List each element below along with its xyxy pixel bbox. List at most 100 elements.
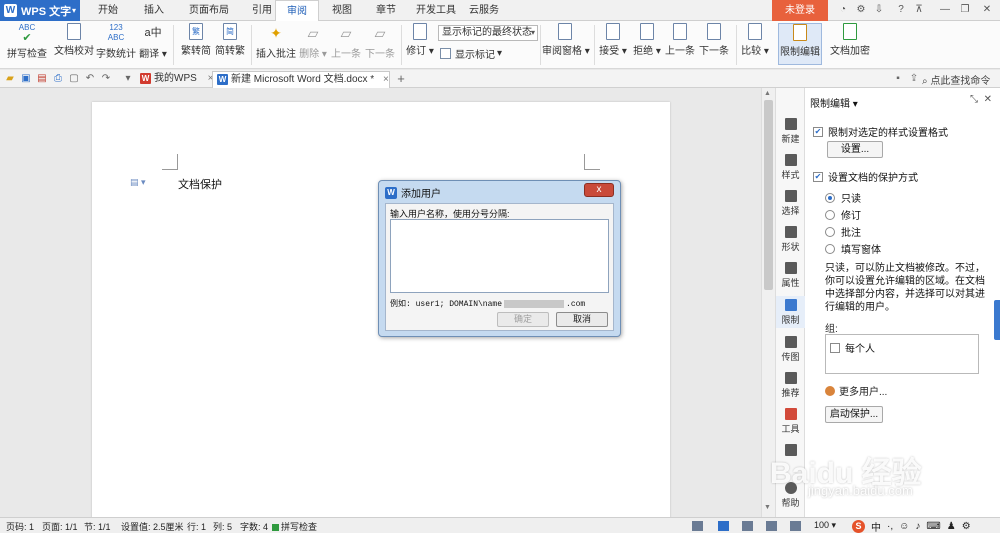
preview-icon[interactable]: ▢ [68,73,80,85]
simp-to-trad-button[interactable]: 简 简转繁 [214,23,246,65]
revise-button[interactable]: 修订 ▾ [404,23,436,65]
trad-to-simp-button[interactable]: 繁 繁转简 [180,23,212,65]
side-item-upload-image[interactable]: 传图 [776,336,805,364]
spell-check-button[interactable]: ABC ✔ 拼写检查 [4,23,50,65]
option-revision[interactable]: 修订 [825,207,861,222]
new-tab-button[interactable]: + [395,72,407,85]
accept-button[interactable]: 接受 ▾ [598,23,628,65]
print-icon[interactable]: ⎙ [52,73,64,85]
scroll-down-icon[interactable]: ▼ [764,504,771,511]
reject-button[interactable]: 拒绝 ▾ [632,23,662,65]
side-item-select[interactable]: 选择 [776,190,805,218]
option-fill-form[interactable]: 填写窗体 [825,241,881,256]
ok-button[interactable]: 确定 [497,312,549,327]
tab-home[interactable]: 开始 [86,0,130,21]
open-icon[interactable]: ▰ [4,73,16,85]
mic-icon[interactable]: ♪ [915,521,920,532]
share-icon[interactable]: ⇩ [872,3,886,17]
option-comment[interactable]: 批注 [825,224,861,239]
start-protect-button[interactable]: 启动保护... [825,406,883,423]
settings-icon[interactable]: ⚙ [854,3,868,17]
tab-view[interactable]: 视图 [320,0,364,21]
focus-mode-icon[interactable] [692,521,703,531]
save-icon[interactable]: ▣ [20,73,32,85]
insert-comment-button[interactable]: ✦ 插入批注 [256,23,296,65]
next-comment-button[interactable]: ▱ 下一条 [364,23,396,65]
restrict-edit-button[interactable]: 限制编辑 [778,23,822,65]
toolbar-toggle-icon[interactable]: ▪ [892,73,904,85]
punctuation-icon[interactable]: ·, [887,521,893,532]
export-pdf-icon[interactable]: ▤ [36,73,48,85]
prev-comment-button[interactable]: ▱ 上一条 [330,23,362,65]
paragraph-handle-icon[interactable]: ▤ ▾ [130,177,146,188]
panel-expand-handle[interactable] [994,300,1000,340]
show-markup-button[interactable]: 显示标记 ▾ [440,46,502,61]
reading-view-icon[interactable] [790,521,801,531]
next-revision-button[interactable]: 下一条 [698,23,730,65]
user-names-input[interactable] [390,219,609,293]
prev-revision-button[interactable]: 上一条 [664,23,696,65]
side-item-tools[interactable]: 工具 [776,408,805,436]
scroll-thumb[interactable] [764,100,773,290]
format-limit-checkbox[interactable]: ✔ 限制对选定的样式设置格式 [813,124,948,139]
side-item-restrict[interactable]: 限制 [776,296,805,328]
login-button[interactable]: 未登录 [772,0,828,21]
more-users-link[interactable]: 更多用户... [825,383,887,398]
tab-my-wps[interactable]: W 我的WPS × [136,71,213,88]
app-menu-button[interactable]: W WPS 文字 ▾ [0,0,80,21]
chevron-down-icon[interactable]: ▾ [122,73,134,85]
delete-comment-button[interactable]: ▱ 删除 ▾ [298,23,328,65]
panel-title[interactable]: 限制编辑 ▾ [810,95,858,110]
side-item-shape[interactable]: 形状 [776,226,805,254]
document-text[interactable]: 文档保护 [178,176,222,192]
markup-mode-select[interactable]: 显示标记的最终状态 ▾ [438,25,538,41]
format-settings-button[interactable]: 设置... [827,141,883,158]
doc-encrypt-button[interactable]: 文档加密 [830,23,870,65]
tab-review[interactable]: 审阅 [275,0,319,22]
tools-icon[interactable]: ⚙ [962,521,971,532]
page-view-icon[interactable] [718,521,729,531]
option-readonly[interactable]: 只读 [825,190,861,205]
zoom-control[interactable]: 100 ▾ [814,520,836,531]
tab-cloud[interactable]: 云服务 [460,0,508,21]
ime-chinese-mode[interactable]: 中 [871,519,881,533]
translate-button[interactable]: a中 翻译 ▾ [138,23,168,65]
scroll-up-icon[interactable]: ▲ [764,90,771,97]
redo-icon[interactable]: ↷ [100,73,112,85]
everyone-checkbox[interactable]: 每个人 [830,340,875,355]
group-list[interactable]: 每个人 [825,334,979,374]
command-search[interactable]: ⌕ 点此查找命令 [922,72,990,87]
tab-insert[interactable]: 插入 [132,0,176,21]
outline-view-icon[interactable] [742,521,753,531]
cancel-button[interactable]: 取消 [556,312,608,327]
side-item-new[interactable]: 新建 [776,118,805,146]
close-tab-icon[interactable]: × [383,74,389,85]
keyboard-icon[interactable]: ⌨ [926,521,940,532]
protect-mode-checkbox[interactable]: ✔ 设置文档的保护方式 [813,169,918,184]
word-count-button[interactable]: 123 ABC 字数统计 [96,23,136,65]
close-panel-icon[interactable]: ✕ [984,94,992,105]
undo-icon[interactable]: ↶ [84,73,96,85]
compare-button[interactable]: 比较 ▾ [740,23,770,65]
tab-document[interactable]: W 新建 Microsoft Word 文档.docx * × [212,71,390,88]
collapse-ribbon-icon[interactable]: ⊼ [912,3,926,17]
skin-icon[interactable]: ◔ [836,3,850,17]
close-icon[interactable]: ✕ [980,3,994,17]
side-item-recommend[interactable]: 推荐 [776,372,805,400]
tab-developer[interactable]: 开发工具 [410,0,462,21]
doc-proof-button[interactable]: 文档校对 [54,23,94,65]
emoji-icon[interactable]: ☺ [899,521,909,532]
side-item-style[interactable]: 样式 [776,154,805,182]
upload-icon[interactable]: ⇪ [908,73,920,85]
minimize-icon[interactable]: — [938,3,952,17]
side-item-properties[interactable]: 属性 [776,262,805,290]
spell-check-status[interactable]: 拼写检查 [272,520,317,533]
help-icon[interactable]: ? [894,3,908,17]
tab-page-layout[interactable]: 页面布局 [178,0,240,21]
sogou-ime-icon[interactable]: S [852,520,865,533]
restore-icon[interactable]: ❐ [958,3,972,17]
review-pane-button[interactable]: 审阅窗格 ▾ [542,23,590,65]
web-view-icon[interactable] [766,521,777,531]
dock-icon[interactable]: ⤡ [970,94,978,105]
skin-icon[interactable]: ♟ [947,521,956,532]
